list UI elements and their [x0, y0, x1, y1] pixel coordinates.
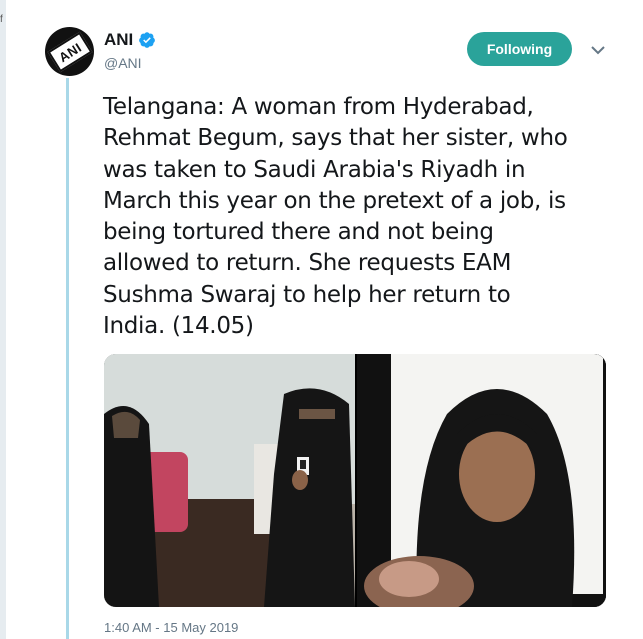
- tweet-timestamp[interactable]: 1:40 AM - 15 May 2019: [104, 620, 238, 635]
- tweet-text-line: Sushma Swaraj to help her return to: [103, 281, 511, 308]
- photo-women-holding-photo[interactable]: [104, 354, 355, 607]
- tweet-text-line: being tortured there and not being: [103, 219, 494, 246]
- browser-edge: f: [0, 0, 6, 639]
- tweet-text-line: was taken to Saudi Arabia's Riyadh in: [103, 156, 526, 183]
- tweet-text-line: Rehmat Begum, says that her sister, who: [103, 125, 568, 152]
- display-name[interactable]: ANI: [104, 30, 133, 50]
- tweet-text-line: Telangana: A woman from Hyderabad,: [103, 94, 534, 120]
- tweet-text-line: allowed to return. She requests EAM: [103, 250, 512, 277]
- media-grid: [104, 354, 606, 607]
- photo-sister-portrait[interactable]: [357, 354, 606, 607]
- handle[interactable]: @ANI: [104, 55, 156, 71]
- avatar[interactable]: ANI: [45, 27, 94, 76]
- ani-logo: ANI: [47, 31, 92, 72]
- following-button[interactable]: Following: [467, 32, 572, 66]
- photo-left-illustration: [104, 354, 355, 607]
- edge-glyph: f: [0, 14, 3, 25]
- thread-line: [66, 78, 69, 639]
- tweet-text-line: India. (14.05): [103, 313, 254, 340]
- name-row: ANI: [104, 30, 156, 50]
- verified-icon: [139, 32, 156, 48]
- avatar-logo-text: ANI: [55, 38, 84, 65]
- tweet-text: Telangana: A woman from Hyderabad, Rehma…: [103, 92, 623, 342]
- chevron-down-icon[interactable]: [588, 40, 608, 60]
- photo-right-illustration: [357, 354, 606, 607]
- tweet-text-line: March this year on the pretext of a job,…: [103, 187, 566, 214]
- tweet-header: ANI @ANI: [104, 30, 156, 71]
